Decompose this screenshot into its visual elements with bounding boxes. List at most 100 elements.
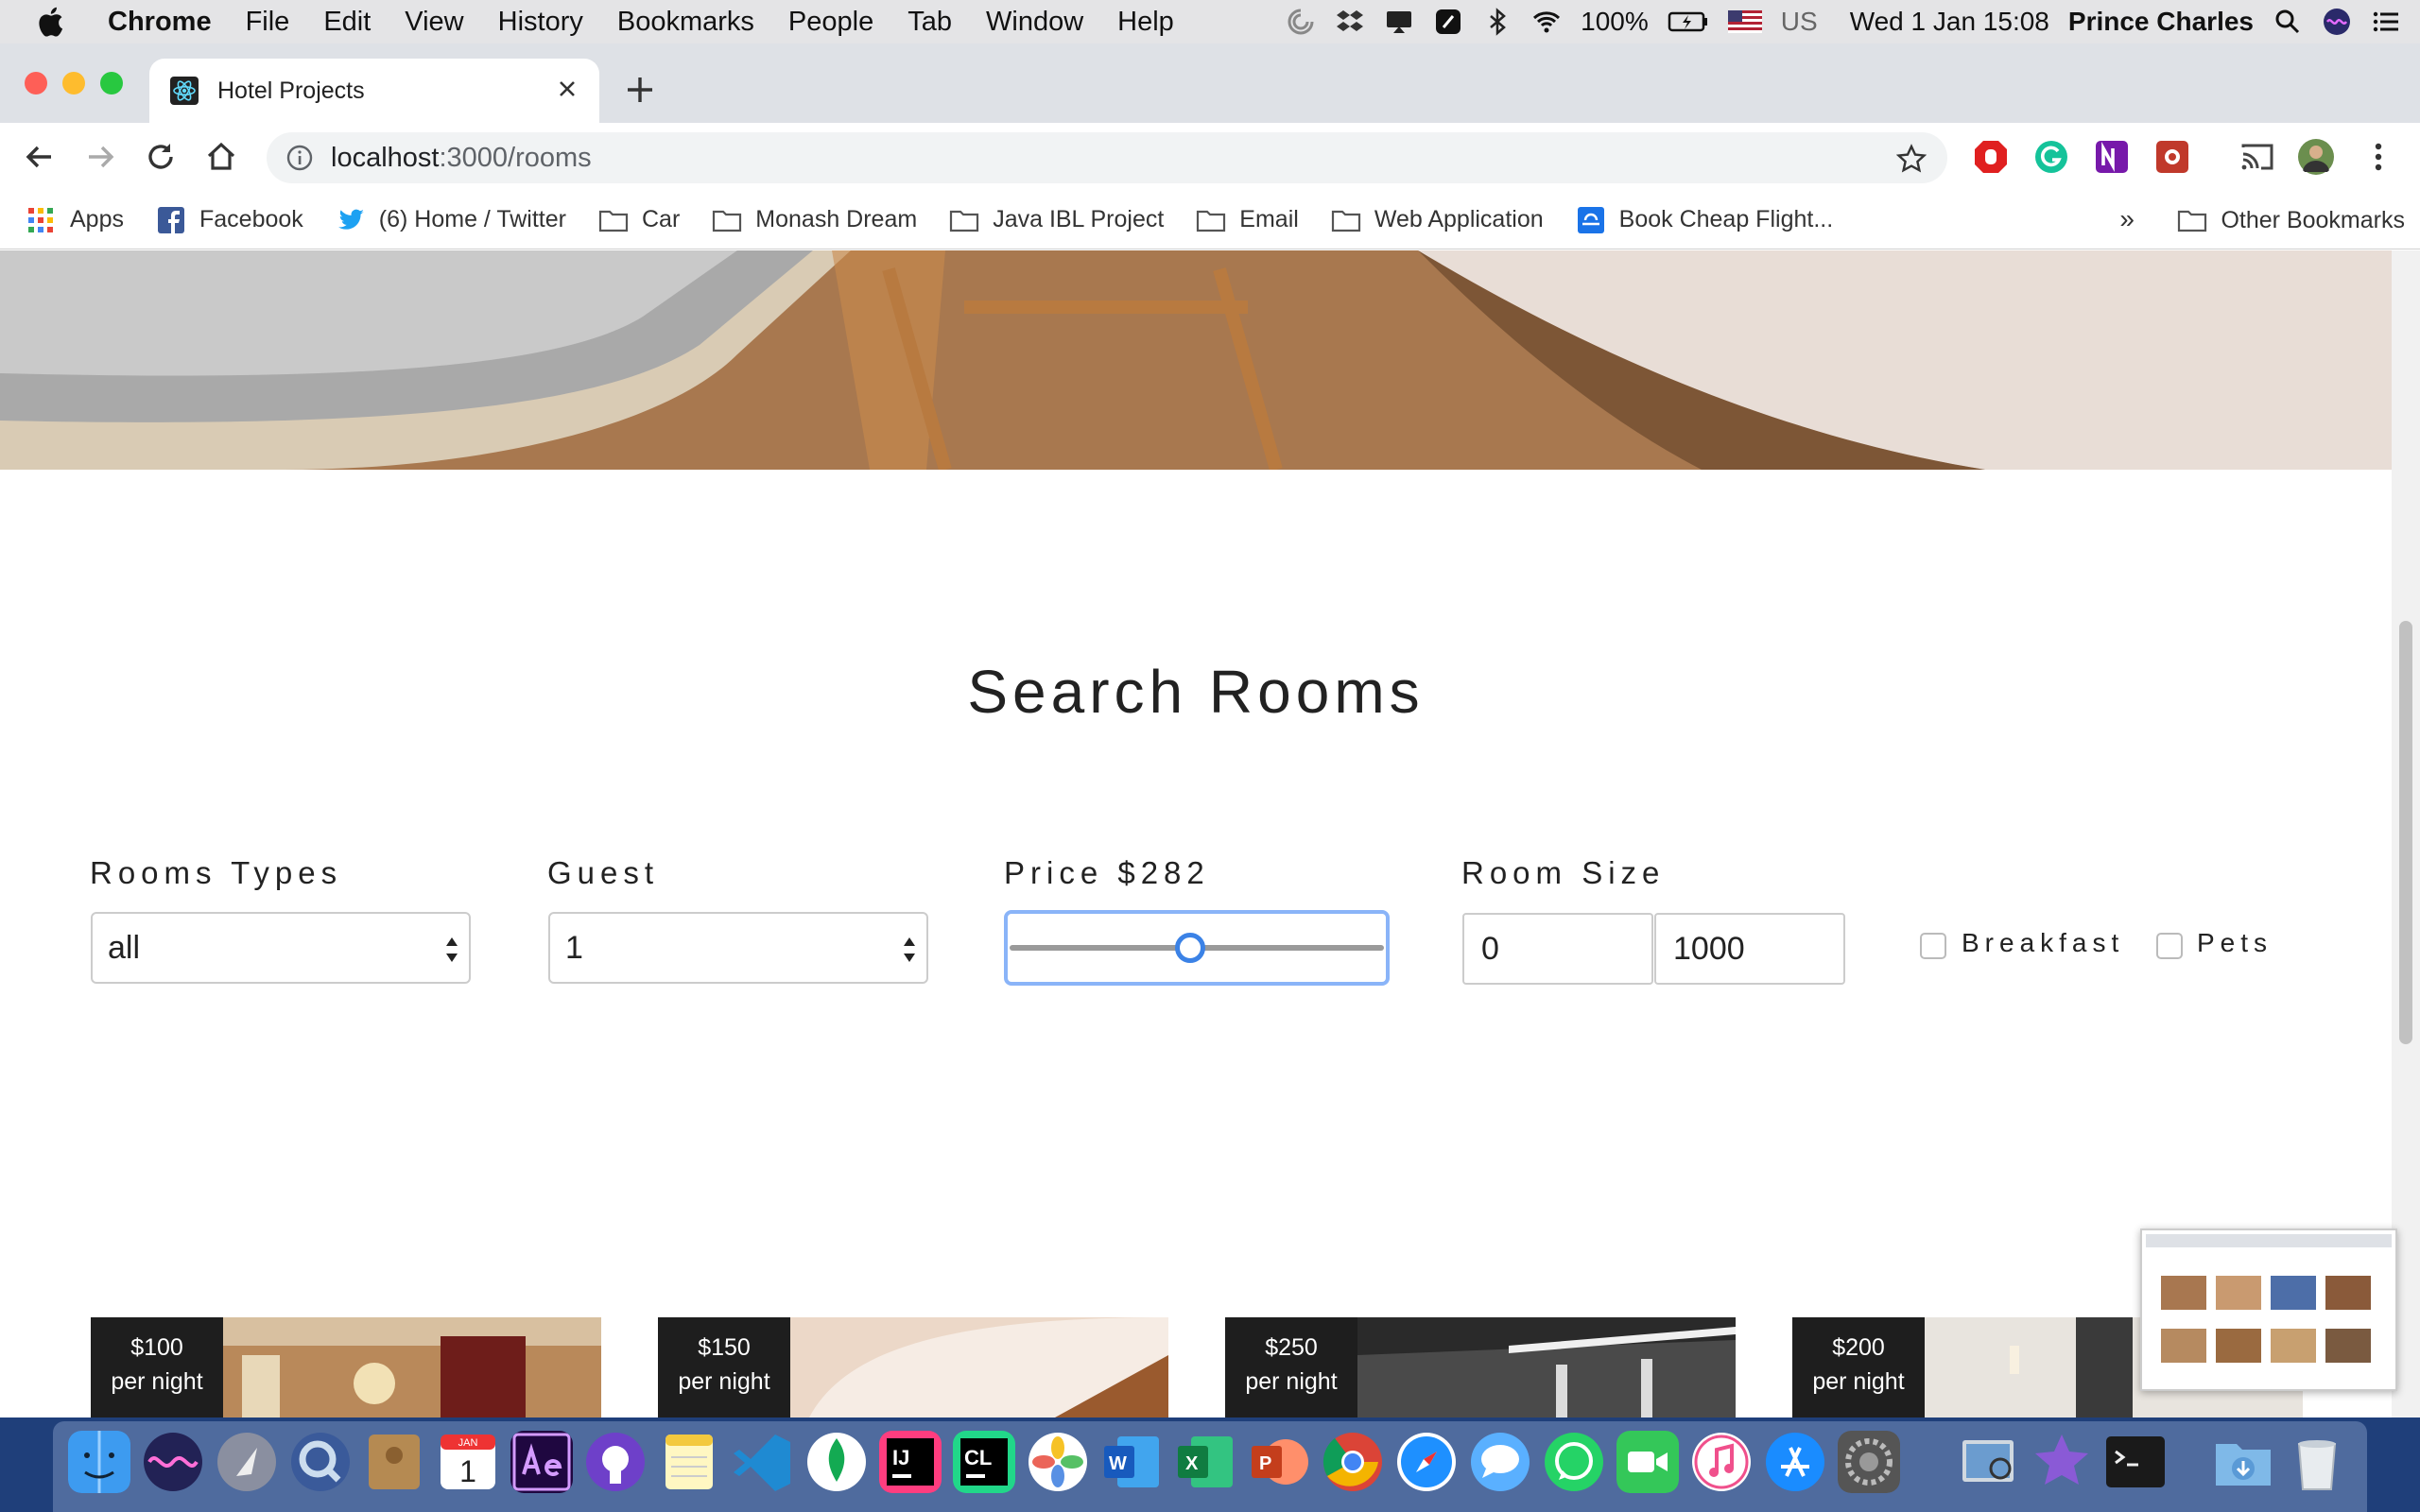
react-devtools-extension-icon[interactable] [2153,138,2191,176]
bluetooth-icon[interactable] [1482,7,1512,37]
menu-file[interactable]: File [246,7,290,38]
app-indicator-icon[interactable] [1433,7,1463,37]
trash-icon[interactable] [2286,1431,2348,1493]
messages-icon[interactable] [1469,1431,1531,1493]
bookmark-other-bookmarks[interactable]: Other Bookmarks [2177,191,2405,249]
notification-center-icon[interactable] [2371,7,2401,37]
chrome-menu-icon[interactable] [2360,138,2397,176]
github-desktop-icon[interactable] [584,1431,647,1493]
bookmark-folder-car[interactable]: Car [598,206,680,233]
sync-icon[interactable] [1286,7,1316,37]
adblock-extension-icon[interactable] [1972,138,2010,176]
site-info-icon[interactable] [285,144,314,172]
contacts-icon[interactable] [363,1431,425,1493]
menu-app-name[interactable]: Chrome [108,7,212,38]
room-card[interactable]: $150 per night [658,1317,1168,1418]
clion-icon[interactable]: CL [953,1431,1015,1493]
screenshot-preview-thumbnail[interactable] [2140,1228,2397,1391]
siri-icon[interactable] [2322,7,2352,37]
downloads-folder-icon[interactable] [2212,1431,2274,1493]
clock[interactable]: Wed 1 Jan 15:08 [1850,7,2049,37]
window-close-button[interactable] [25,72,47,94]
bookmark-star-icon[interactable] [1896,144,1927,174]
itunes-icon[interactable] [1690,1431,1753,1493]
imovie-icon[interactable] [2031,1431,2093,1493]
intellij-icon[interactable]: IJ [879,1431,942,1493]
powerpoint-icon[interactable]: P [1248,1431,1310,1493]
bookmark-apps[interactable]: Apps [26,206,124,233]
reload-icon[interactable] [144,140,178,174]
bookmark-book-cheap-flight[interactable]: Book Cheap Flight... [1576,206,1834,233]
battery-icon[interactable] [1668,7,1709,37]
onenote-extension-icon[interactable] [2093,138,2131,176]
back-arrow-icon[interactable] [23,140,57,174]
min-size-input[interactable]: 0 [1462,913,1653,985]
menu-history[interactable]: History [498,7,583,38]
bookmark-facebook[interactable]: Facebook [156,206,303,233]
scrollbar-thumb[interactable] [2399,621,2412,1044]
chrome-icon[interactable] [1322,1431,1384,1493]
bookmark-twitter[interactable]: (6) Home / Twitter [336,206,566,233]
address-bar[interactable]: localhost:3000/rooms [267,132,1947,183]
menu-window[interactable]: Window [986,7,1083,38]
guest-select[interactable]: 1 [548,912,928,984]
menu-tab[interactable]: Tab [908,7,952,38]
bookmark-folder-java-ibl-project[interactable]: Java IBL Project [949,206,1164,233]
input-source[interactable]: US [1781,7,1818,37]
breakfast-checkbox[interactable] [1920,933,1946,959]
tab-close-icon[interactable] [554,76,580,102]
room-types-select[interactable]: all [91,912,471,984]
grammarly-extension-icon[interactable] [2032,138,2070,176]
window-zoom-button[interactable] [100,72,123,94]
home-icon[interactable] [204,140,238,174]
notes-icon[interactable] [658,1431,720,1493]
finder-icon[interactable] [68,1431,130,1493]
apple-menu-icon[interactable] [34,4,70,40]
window-minimize-button[interactable] [62,72,85,94]
bookmark-folder-email[interactable]: Email [1196,206,1299,233]
room-card[interactable]: $250 per night [1225,1317,1736,1418]
siri-icon[interactable] [142,1431,204,1493]
calendar-icon[interactable]: JAN 1 [437,1431,499,1493]
svg-text:W: W [1109,1453,1127,1474]
menu-edit[interactable]: Edit [323,7,371,38]
dropbox-icon[interactable] [1335,7,1365,37]
cast-icon[interactable] [2238,138,2276,176]
facetime-icon[interactable] [1616,1431,1679,1493]
bookmarks-overflow-chevron[interactable]: » [2119,204,2135,234]
bookmark-label: Book Cheap Flight... [1618,206,1834,232]
airplay-display-icon[interactable] [1384,7,1414,37]
pets-checkbox[interactable] [2156,933,2183,959]
profile-avatar-icon[interactable] [2297,138,2335,176]
user-name[interactable]: Prince Charles [2068,7,2254,37]
quicktime-icon[interactable] [289,1431,352,1493]
price-range-slider[interactable] [1004,910,1390,986]
photos-icon[interactable] [1027,1431,1089,1493]
safari-icon[interactable] [1395,1431,1458,1493]
system-preferences-icon[interactable] [1838,1431,1900,1493]
room-card[interactable]: $100 per night [91,1317,601,1418]
terminal-icon[interactable] [2104,1431,2167,1493]
tab-hotel-projects[interactable]: Hotel Projects [149,59,599,123]
after-effects-icon[interactable] [510,1431,573,1493]
mongodb-compass-icon[interactable] [805,1431,868,1493]
spotlight-search-icon[interactable] [2273,7,2303,37]
app-store-icon[interactable] [1764,1431,1826,1493]
bookmark-folder-monash-dream[interactable]: Monash Dream [712,206,917,233]
bookmark-folder-web-application[interactable]: Web Application [1331,206,1544,233]
wifi-icon[interactable] [1531,7,1562,37]
vscode-icon[interactable] [732,1431,794,1493]
preview-icon[interactable] [1957,1431,2019,1493]
menu-people[interactable]: People [788,7,873,38]
new-tab-icon[interactable] [624,74,656,106]
excel-icon[interactable]: X [1174,1431,1236,1493]
whatsapp-icon[interactable] [1543,1431,1605,1493]
menu-view[interactable]: View [405,7,463,38]
menu-bookmarks[interactable]: Bookmarks [617,7,754,38]
max-size-input[interactable]: 1000 [1654,913,1845,985]
launchpad-icon[interactable] [216,1431,278,1493]
forward-arrow-icon[interactable] [83,140,117,174]
word-icon[interactable]: W [1100,1431,1163,1493]
menu-help[interactable]: Help [1117,7,1174,38]
price-slider-thumb[interactable] [1175,933,1205,963]
